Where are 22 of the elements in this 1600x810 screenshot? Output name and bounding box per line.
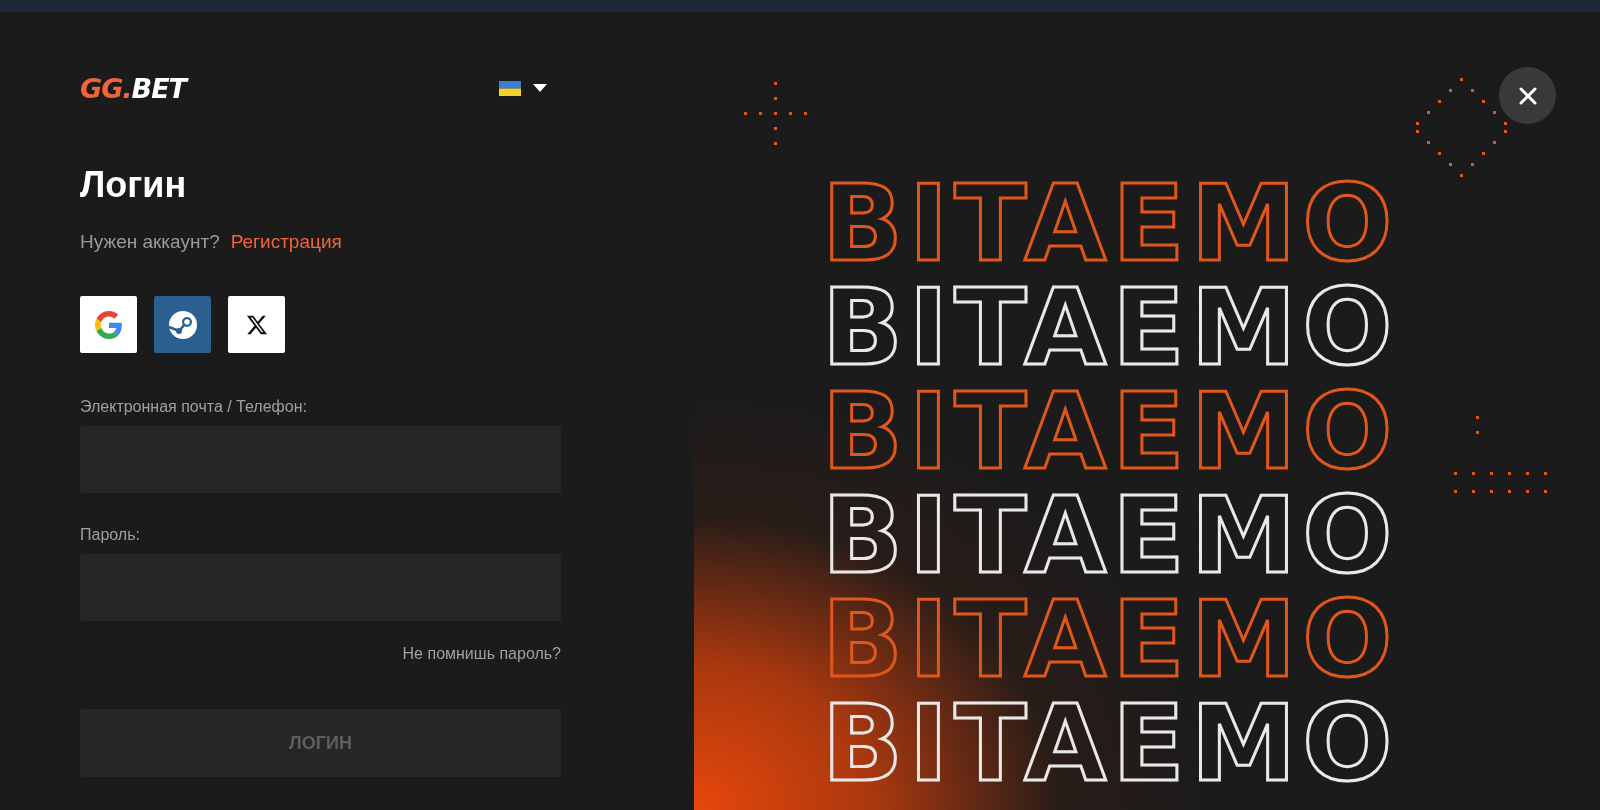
logo[interactable]: GG.BET xyxy=(80,72,187,104)
promo-outline-text: BITAEMO xyxy=(822,588,1399,692)
steam-icon xyxy=(167,309,198,340)
close-icon xyxy=(1517,85,1538,106)
caret-icon xyxy=(533,84,547,92)
promo-outline-text: BITAEMO xyxy=(822,380,1399,484)
promo-outline-text: BITAEMO xyxy=(822,172,1399,276)
social-login-button[interactable] xyxy=(228,296,285,353)
social-login-button[interactable] xyxy=(154,296,211,353)
register-link[interactable]: Регистрация xyxy=(230,231,342,253)
x-logo-icon xyxy=(245,313,268,336)
field-label: Электронная почта / Телефон: xyxy=(80,398,308,416)
dots-pair-drawing xyxy=(1476,416,1479,434)
promo-outline-text: BITAEMO xyxy=(822,276,1399,380)
google-icon xyxy=(94,310,123,339)
forgot-password-link[interactable]: Не помнишь пароль? xyxy=(402,645,561,663)
signup-prompt: Нужен аккаунт? xyxy=(80,231,220,253)
flag-icon xyxy=(499,80,521,96)
close-button[interactable] xyxy=(1499,67,1556,124)
promo-outline-text: BITAEMO xyxy=(822,484,1399,588)
page-title: Логин xyxy=(80,164,188,206)
field-label: Пароль: xyxy=(80,526,141,544)
